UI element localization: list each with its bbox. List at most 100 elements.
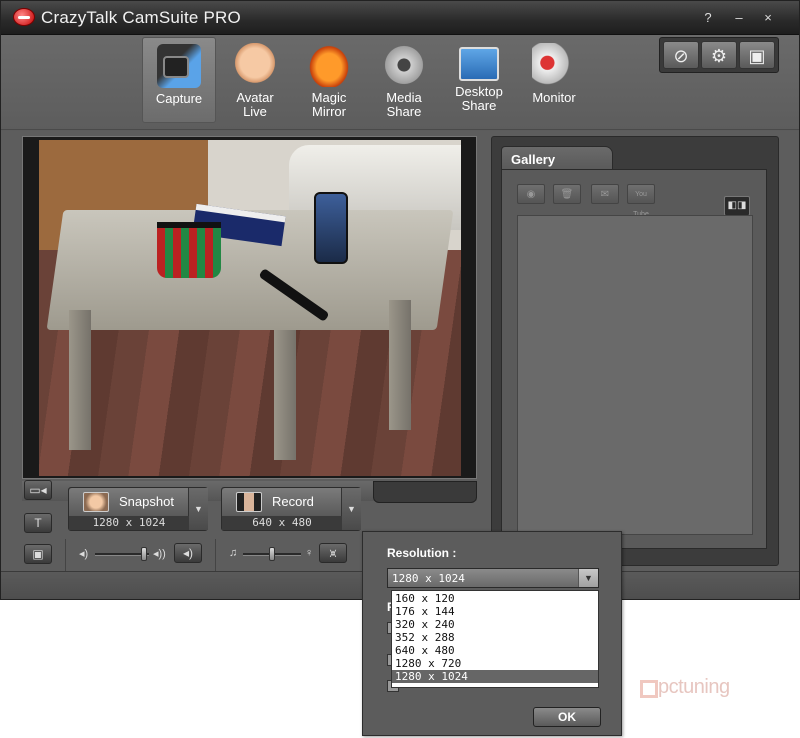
scene-table-leg <box>69 310 91 450</box>
speaker-icon: ◂) <box>182 546 194 560</box>
text-tool-button[interactable]: T <box>24 513 52 533</box>
mic-row: ♫ ♀ ⩙ <box>229 543 359 567</box>
resolution-option[interactable]: 352 x 288 <box>392 631 598 644</box>
photo-frame-icon: ▣ <box>32 547 44 561</box>
resolution-popup: Resolution : R 1280 x 1024 ▼ 160 x 120 1… <box>362 531 622 736</box>
resolution-select-value: 1280 x 1024 <box>392 572 465 585</box>
youtube-icon: You Tube <box>633 191 649 218</box>
gear-icon: ⚙ <box>710 46 728 66</box>
watermark-logo: pctuning <box>640 662 762 704</box>
video-strip-tab[interactable] <box>373 481 477 503</box>
settings-button[interactable]: ⚙ <box>701 41 737 69</box>
close-button[interactable]: × <box>758 9 778 27</box>
snapshot-resolution: 1280 x 1024 <box>69 516 189 530</box>
camera-settings-icon: ▭◂ <box>29 483 47 497</box>
resolution-option[interactable]: 320 x 240 <box>392 618 598 631</box>
mode-label: Media Share <box>386 90 422 119</box>
watermark-text: pctuning <box>658 676 730 698</box>
resolution-select[interactable]: 1280 x 1024 ▼ <box>387 568 599 588</box>
minimize-button[interactable]: – <box>729 9 749 27</box>
webcam-settings-icon: ▣ <box>748 46 766 66</box>
mode-label: Desktop Share <box>455 84 503 113</box>
film-face-icon <box>236 492 262 512</box>
resolution-option-selected[interactable]: 1280 x 1024 <box>392 670 598 683</box>
no-share-button[interactable]: ⊘ <box>663 41 699 69</box>
speaker-button[interactable]: ◂) <box>174 543 202 563</box>
resolution-option[interactable]: 176 x 144 <box>392 605 598 618</box>
resolution-label: Resolution : <box>387 546 457 560</box>
mic-slider-knob[interactable] <box>269 547 275 561</box>
watermark-box-icon <box>640 680 658 698</box>
mode-label: Capture <box>155 91 203 106</box>
mode-label: Magic Mirror <box>311 90 347 119</box>
window-title: CrazyTalk CamSuite PRO <box>41 8 241 27</box>
lips-logo-icon <box>13 8 35 26</box>
monitors-icon <box>459 47 499 81</box>
mode-media-share[interactable]: Media Share <box>367 37 441 123</box>
ok-button[interactable]: OK <box>533 707 601 727</box>
record-label: Record <box>272 494 314 509</box>
gallery-view-button[interactable]: ◉ <box>517 184 545 204</box>
avatar-icon <box>233 43 277 87</box>
mode-desktop-share[interactable]: Desktop Share <box>442 37 516 123</box>
mail-icon: ✉ <box>600 189 610 200</box>
snapshot-dropdown-button[interactable]: ▼ <box>189 488 208 530</box>
volume-high-icon: ◂)) <box>153 548 166 560</box>
microphone-icon: ♀ <box>305 547 314 559</box>
webcam-settings-button[interactable]: ▣ <box>739 41 775 69</box>
tab-gallery[interactable]: Gallery <box>501 146 613 170</box>
camera-icon <box>157 44 201 88</box>
scene-table-leg <box>274 330 296 460</box>
record-button[interactable]: Record <box>222 488 342 516</box>
mode-magic-mirror[interactable]: Magic Mirror <box>292 37 366 123</box>
gallery-mail-button[interactable]: ✉ <box>591 184 619 204</box>
mode-label: Monitor <box>532 90 576 105</box>
settings-group: ⊘ ⚙ ▣ <box>659 37 779 73</box>
camera-settings-button[interactable]: ▭◂ <box>24 480 52 500</box>
webcam-video-feed <box>39 140 461 476</box>
record-control: Record ▼ 640 x 480 <box>221 487 361 531</box>
record-dropdown-button[interactable]: ▼ <box>342 488 361 530</box>
scene-phone <box>314 192 348 264</box>
gallery-body: ◉ 🗑 ✉ You Tube ◧◨ <box>501 169 767 549</box>
mic-slider[interactable] <box>243 547 301 561</box>
divider <box>65 539 66 571</box>
gallery-list[interactable] <box>517 215 753 535</box>
text-tool-icon: T <box>34 516 42 530</box>
video-preview-frame <box>22 136 477 479</box>
title-bar[interactable]: CrazyTalk CamSuite PRO ? – × <box>1 1 799 35</box>
view-icon: ◉ <box>526 189 536 200</box>
snapshot-button[interactable]: Snapshot <box>69 488 189 516</box>
mode-monitor[interactable]: Monitor <box>517 37 591 123</box>
gallery-delete-button[interactable]: 🗑 <box>553 184 581 204</box>
resolution-option[interactable]: 160 x 120 <box>392 592 598 605</box>
snapshot-label: Snapshot <box>119 494 174 509</box>
chevron-down-icon[interactable]: ▼ <box>578 569 598 587</box>
gallery-view-toggle[interactable]: ◧◨ <box>724 196 750 216</box>
no-share-icon: ⊘ <box>673 46 689 66</box>
gallery-youtube-button[interactable]: You Tube <box>627 184 655 218</box>
content-area: ▭◂ T ▣ Snapshot ▼ 1280 x 1024 Record ▼ 6… <box>1 131 799 571</box>
resolution-options-list: 160 x 120 176 x 144 320 x 240 352 x 288 … <box>391 590 599 688</box>
volume-slider[interactable] <box>95 547 149 561</box>
music-note-icon: ♫ <box>229 547 238 559</box>
volume-low-icon: ◂) <box>79 548 89 560</box>
mode-toolbar: Capture Avatar Live Magic Mirror Media S… <box>1 35 799 130</box>
trash-icon: 🗑 <box>560 189 574 200</box>
mic-eq-button[interactable]: ⩙ <box>319 543 347 563</box>
snapshot-control: Snapshot ▼ 1280 x 1024 <box>68 487 208 531</box>
scene-table-leg <box>389 300 411 430</box>
security-camera-icon <box>532 43 576 87</box>
mode-avatar-live[interactable]: Avatar Live <box>218 37 292 123</box>
main-window: CrazyTalk CamSuite PRO ? – × Capture Ava… <box>0 0 800 600</box>
help-button[interactable]: ? <box>698 9 718 27</box>
volume-slider-knob[interactable] <box>141 547 147 561</box>
photo-frame-button[interactable]: ▣ <box>24 544 52 564</box>
mode-capture[interactable]: Capture <box>142 37 216 123</box>
resolution-option[interactable]: 640 x 480 <box>392 644 598 657</box>
equalizer-icon: ⩙ <box>329 546 337 560</box>
mode-label: Avatar Live <box>236 90 274 119</box>
volume-row: ◂) ◂)) ◂) <box>79 543 209 567</box>
resolution-option[interactable]: 1280 x 720 <box>392 657 598 670</box>
film-reel-icon <box>382 43 426 87</box>
